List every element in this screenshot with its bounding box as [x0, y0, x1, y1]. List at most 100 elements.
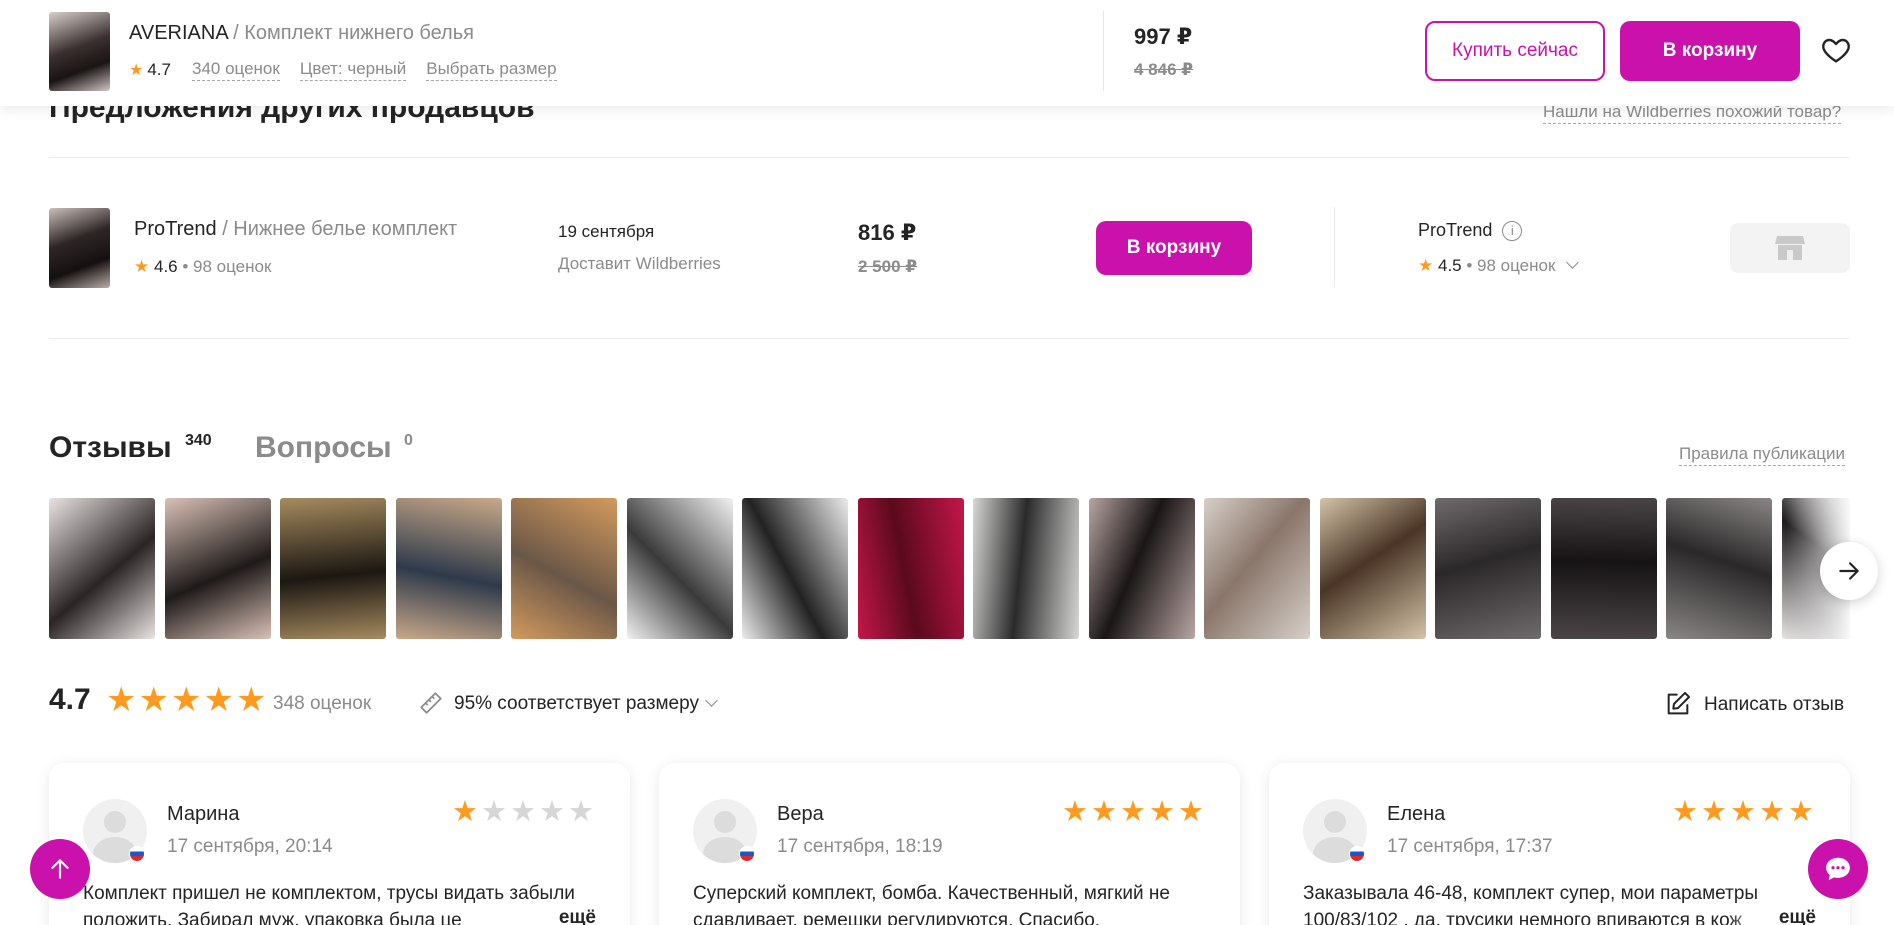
seller-shop-logo[interactable]	[1730, 223, 1850, 273]
color-link[interactable]: Цвет: черный	[299, 59, 407, 81]
reviewer-name: Елена	[1387, 803, 1446, 825]
scroll-up-button[interactable]	[30, 839, 90, 899]
review-stars: ★ ★ ★ ★ ★	[1669, 797, 1814, 827]
star-icon: ★	[539, 796, 565, 828]
star-icon: ★	[1149, 796, 1175, 828]
review-photo[interactable]	[973, 498, 1079, 639]
size-select-link[interactable]: Выбрать размер	[426, 59, 557, 81]
review-photo[interactable]	[626, 498, 733, 639]
seller-rating[interactable]: ★ 4.5 • 98 оценок	[1418, 256, 1579, 276]
ratings-count: 348 оценок	[273, 693, 372, 714]
buy-now-button[interactable]: Купить сейчас	[1425, 21, 1605, 81]
star-icon: ★	[1701, 796, 1727, 828]
star-icon: ★	[1788, 796, 1814, 828]
offer-rating: ★ 4.6 • 98 оценок	[134, 257, 271, 277]
photos-next-button[interactable]	[1820, 542, 1878, 600]
review-card[interactable]: Марина 17 сентября, 20:14 ★ ★ ★ ★ ★ Комплект…	[49, 763, 630, 925]
write-review-button[interactable]: Написать отзыв	[1704, 694, 1844, 716]
star-icon: ★	[1178, 796, 1204, 828]
offer-price: 816 ₽	[858, 220, 917, 245]
seller-rating-value: 4.5	[1437, 256, 1462, 275]
offer-thumbnail[interactable]	[49, 208, 110, 288]
star-icon: ★	[481, 796, 507, 828]
ruler-icon	[420, 692, 442, 714]
review-date: 17 сентября, 17:37	[1387, 836, 1553, 857]
star-icon: ★	[1120, 796, 1146, 828]
product-price: 997 ₽	[1134, 24, 1193, 49]
offer-name: / Нижнее белье комплект	[216, 218, 458, 240]
review-photo[interactable]	[1088, 498, 1195, 639]
average-rating: 4.7	[49, 683, 91, 716]
divider	[1334, 207, 1335, 287]
reviews-count-link[interactable]: 340 оценок	[191, 59, 280, 81]
offer-title[interactable]: ProTrend / Нижнее белье комплект	[134, 218, 457, 241]
sticky-product-header: AVERIANA / Комплект нижнего белья ★ 4.7 …	[0, 0, 1894, 106]
star-icon: ★	[106, 681, 137, 719]
offer-add-to-cart-button[interactable]: В корзину	[1096, 221, 1252, 275]
review-photo[interactable]	[1204, 498, 1310, 639]
tab-reviews[interactable]: Отзывы	[49, 431, 172, 465]
offer-old-price: 2 500 ₽	[858, 257, 918, 276]
star-icon: ★	[1759, 796, 1785, 828]
review-photo[interactable]	[857, 498, 964, 639]
offer-rating-value: 4.6	[153, 257, 178, 276]
star-icon: ★	[568, 796, 594, 828]
product-meta: ★ 4.7 340 оценок Цвет: черный Выбрать ра…	[129, 59, 577, 81]
arrow-right-icon	[1839, 562, 1859, 580]
seller-reviews-count: • 98 оценок	[1461, 256, 1556, 275]
review-photo[interactable]	[280, 498, 386, 639]
product-title: AVERIANA / Комплект нижнего белья	[129, 22, 474, 45]
size-fit-dropdown[interactable]: 95% соответствует размеру	[454, 693, 718, 715]
star-icon: ★	[1091, 796, 1117, 828]
star-icon: ★	[452, 796, 478, 828]
add-to-cart-button[interactable]: В корзину	[1620, 21, 1800, 81]
russia-flag-icon	[739, 846, 755, 862]
arrow-up-icon	[51, 859, 69, 879]
read-more-link[interactable]: ещё	[1728, 907, 1816, 925]
reviewer-name: Вера	[777, 803, 824, 825]
publication-rules-link[interactable]: Правила публикации	[1679, 444, 1846, 466]
product-name: / Комплект нижнего белья	[227, 22, 474, 44]
divider	[49, 157, 1850, 158]
review-photo[interactable]	[49, 498, 155, 639]
seller-name[interactable]: ProTrend i	[1418, 220, 1523, 241]
offer-reviews-count: • 98 оценок	[177, 257, 272, 276]
reviewer-name: Марина	[167, 803, 240, 825]
review-date: 17 сентября, 20:14	[167, 836, 333, 857]
edit-icon[interactable]	[1664, 690, 1692, 718]
review-photo[interactable]	[1435, 498, 1541, 639]
chat-icon	[1826, 857, 1850, 881]
read-more-link[interactable]: ещё	[508, 907, 596, 925]
star-icon: ★	[1730, 796, 1756, 828]
review-card[interactable]: Вера 17 сентября, 18:19 ★ ★ ★ ★ ★ Суперский …	[659, 763, 1240, 925]
review-photo[interactable]	[395, 498, 502, 639]
shop-icon	[1775, 236, 1805, 260]
questions-count-badge: 0	[404, 432, 413, 449]
product-old-price: 4 846 ₽	[1134, 60, 1194, 79]
offer-delivery-by: Доставит Wildberries	[558, 254, 721, 273]
star-icon: ★	[1672, 796, 1698, 828]
review-photo[interactable]	[1550, 498, 1657, 639]
tab-questions[interactable]: Вопросы	[255, 431, 392, 465]
star-icon: ★	[129, 62, 144, 79]
star-icon: ★	[170, 681, 202, 719]
star-icon: ★	[138, 681, 169, 719]
review-photo[interactable]	[511, 498, 617, 639]
russia-flag-icon	[129, 846, 145, 862]
review-photos-strip	[49, 498, 1850, 639]
review-photo[interactable]	[1319, 498, 1426, 639]
review-photo[interactable]	[1666, 498, 1772, 639]
star-icon: ★	[1062, 796, 1088, 828]
product-brand: AVERIANA	[129, 22, 228, 44]
average-stars: ★ ★ ★ ★ ★	[106, 681, 268, 719]
chat-button[interactable]	[1808, 839, 1868, 899]
info-icon[interactable]: i	[1502, 220, 1523, 241]
product-thumbnail[interactable]	[49, 12, 110, 91]
review-card[interactable]: Елена 17 сентября, 17:37 ★ ★ ★ ★ ★ Заказывал…	[1269, 763, 1850, 925]
offer-brand: ProTrend	[134, 218, 217, 240]
review-photo[interactable]	[164, 498, 271, 639]
review-date: 17 сентября, 18:19	[777, 836, 943, 857]
chevron-down-icon	[1566, 256, 1579, 269]
heart-icon[interactable]	[1820, 34, 1852, 66]
review-photo[interactable]	[742, 498, 848, 639]
